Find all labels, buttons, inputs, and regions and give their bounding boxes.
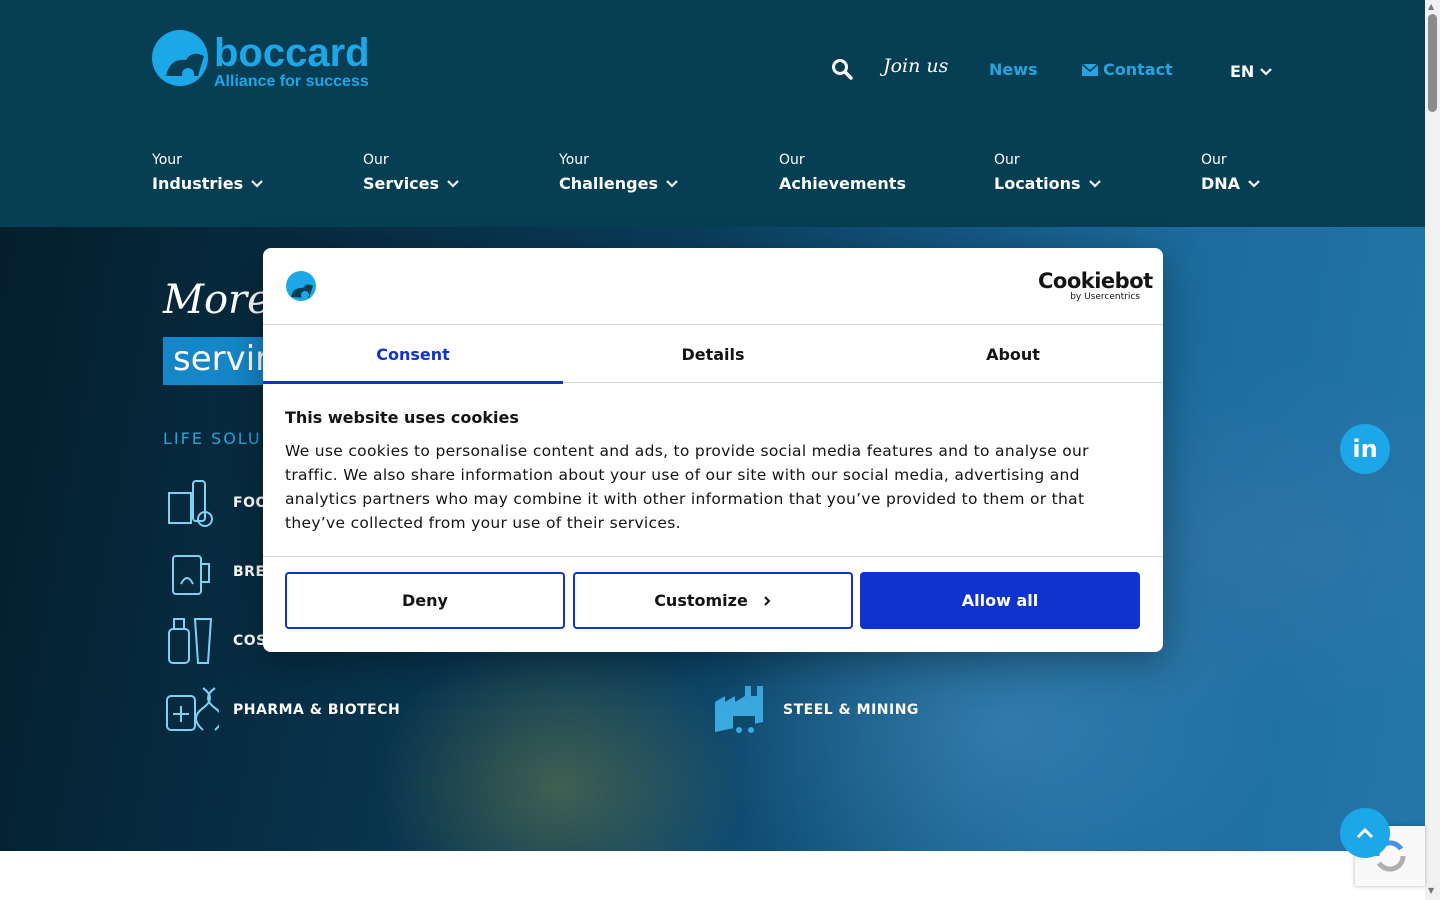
steel-mining-icon: [715, 686, 763, 733]
cookiebot-brand: Cookiebot: [1038, 269, 1153, 293]
language-label: EN: [1230, 62, 1255, 81]
industry-label: PHARMA & BIOTECH: [233, 702, 401, 718]
nav-label: Locations: [994, 174, 1081, 193]
industry-label: COS: [233, 633, 267, 649]
chevron-up-icon: [1356, 827, 1374, 839]
brewery-icon: [172, 555, 210, 595]
industry-pharma[interactable]: PHARMA & BIOTECH: [163, 682, 400, 738]
chevron-down-icon: [1248, 179, 1260, 188]
nav-small-label: Our: [994, 152, 1020, 168]
scroll-up-icon[interactable]: ▲: [1428, 2, 1434, 11]
industry-brewery[interactable]: BRE: [163, 544, 266, 600]
pharma-icon: [166, 687, 219, 731]
dialog-header: Cookiebot by Usercentrics: [263, 248, 1163, 325]
contact-label: Contact: [1103, 60, 1173, 79]
linkedin-icon: in: [1352, 435, 1378, 463]
dialog-title: This website uses cookies: [285, 408, 519, 427]
customize-label: Customize: [654, 591, 748, 610]
scrollbar[interactable]: ▲ ▼: [1425, 0, 1440, 900]
chevron-down-icon: [251, 179, 263, 188]
nav-achievements[interactable]: Our Achievements: [779, 152, 906, 193]
industry-cosmetics[interactable]: COS: [163, 613, 267, 669]
cookie-consent-dialog: Cookiebot by Usercentrics Consent Detail…: [263, 248, 1163, 652]
boccard-logo[interactable]: boccard Alliance for success: [152, 28, 402, 90]
nav-label: Services: [363, 174, 440, 193]
deny-button[interactable]: Deny: [285, 572, 565, 629]
nav-locations[interactable]: Our Locations: [994, 152, 1101, 193]
customize-button[interactable]: Customize: [573, 572, 853, 629]
cookiebot-sub: by Usercentrics: [1070, 292, 1140, 302]
svg-text:boccard: boccard: [214, 31, 370, 75]
cosmetics-icon: [168, 618, 213, 664]
scroll-down-icon[interactable]: ▼: [1428, 886, 1434, 895]
scroll-thumb[interactable]: [1428, 14, 1437, 112]
nav-label: Challenges: [559, 174, 658, 193]
language-selector[interactable]: EN: [1230, 62, 1273, 81]
nav-small-label: Our: [1201, 152, 1227, 168]
news-link[interactable]: News: [989, 60, 1038, 79]
industry-label: STEEL & MINING: [783, 702, 919, 718]
site-logo-icon: [286, 271, 316, 301]
cookiebot-logo[interactable]: Cookiebot by Usercentrics: [1038, 269, 1153, 302]
dialog-tabs: Consent Details About: [263, 325, 1163, 384]
industry-steel-mining[interactable]: STEEL & MINING: [713, 682, 919, 738]
tab-details[interactable]: Details: [563, 325, 863, 383]
svg-text:Alliance for success: Alliance for success: [214, 73, 369, 90]
nav-small-label: Your: [559, 152, 589, 168]
chevron-right-icon: [764, 595, 771, 606]
food-icon: [168, 480, 213, 527]
tab-about[interactable]: About: [863, 325, 1163, 383]
nav-label: DNA: [1201, 174, 1241, 193]
nav-small-label: Our: [779, 152, 805, 168]
nav-dna[interactable]: Our DNA: [1201, 152, 1260, 193]
chevron-down-icon: [666, 179, 678, 188]
dialog-footer: Deny Customize Allow all: [263, 556, 1163, 652]
tab-consent[interactable]: Consent: [263, 325, 563, 384]
search-icon[interactable]: [831, 58, 853, 80]
linkedin-button[interactable]: in: [1340, 424, 1390, 474]
chevron-down-icon: [447, 179, 459, 188]
allow-all-button[interactable]: Allow all: [860, 572, 1140, 629]
contact-link[interactable]: Contact: [1082, 60, 1173, 79]
nav-label: Industries: [152, 174, 244, 193]
site-header: boccard Alliance for success Join us New…: [0, 0, 1425, 227]
dialog-text: We use cookies to personalise content an…: [285, 442, 1089, 532]
nav-industries[interactable]: Your Industries: [152, 152, 263, 193]
nav-challenges[interactable]: Your Challenges: [559, 152, 678, 193]
chevron-down-icon: [1088, 179, 1101, 188]
dialog-body: This website uses cookies We use cookies…: [285, 408, 1145, 535]
chevron-down-icon: [1260, 67, 1273, 76]
section-label: LIFE SOLU: [163, 429, 262, 448]
nav-small-label: Our: [363, 152, 389, 168]
envelope-icon: [1082, 63, 1098, 76]
industry-food[interactable]: FOO: [163, 475, 268, 531]
nav-small-label: Your: [152, 152, 182, 168]
nav-label: Achievements: [779, 174, 906, 193]
industry-label: BRE: [233, 564, 266, 580]
scroll-to-top-button[interactable]: [1340, 808, 1390, 858]
join-us-link[interactable]: Join us: [883, 55, 948, 77]
nav-services[interactable]: Our Services: [363, 152, 459, 193]
